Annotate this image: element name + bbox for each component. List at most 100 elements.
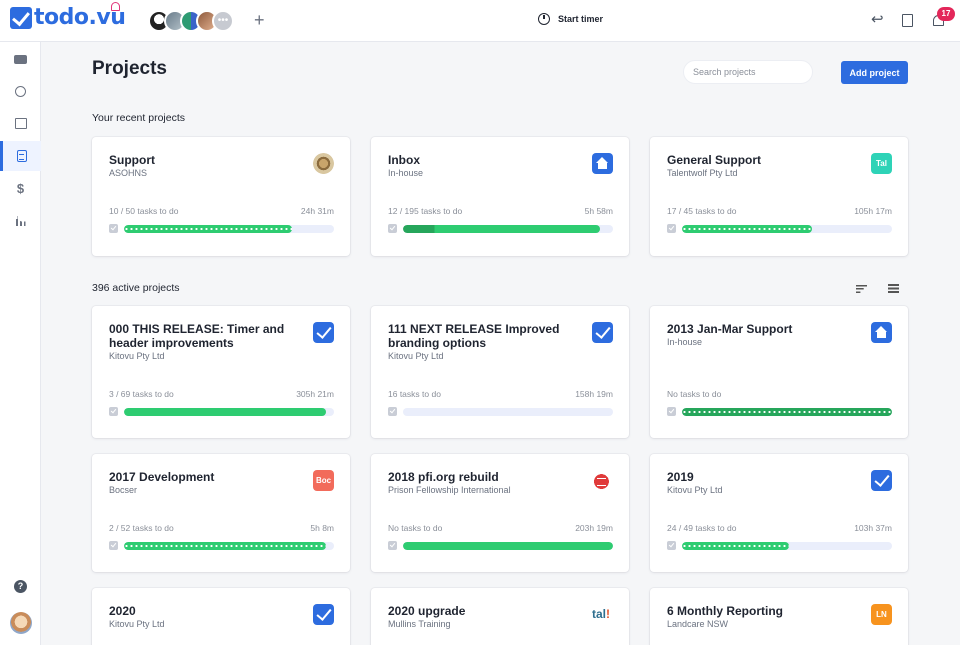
progress-fill xyxy=(682,408,892,416)
project-card[interactable]: 2019 Kitovu Pty Ltd 24 / 49 tasks to do … xyxy=(650,454,908,572)
team-avatars[interactable]: ••• xyxy=(148,10,234,32)
home-icon xyxy=(871,322,892,343)
add-icon[interactable]: + xyxy=(254,10,265,30)
project-client: Prison Fellowship International xyxy=(388,485,511,495)
leaf-badge-icon xyxy=(313,153,334,174)
help-icon: ? xyxy=(14,579,27,593)
progress-fill xyxy=(403,225,601,233)
search-input[interactable] xyxy=(683,60,813,84)
project-title: Support xyxy=(109,153,155,167)
add-project-button[interactable]: Add project xyxy=(841,61,908,84)
start-timer-button[interactable]: Start timer xyxy=(538,13,603,25)
project-client: Kitovu Pty Ltd xyxy=(388,351,444,361)
check-icon xyxy=(313,322,334,343)
progress-bar xyxy=(403,225,613,233)
list-view-icon[interactable] xyxy=(888,284,899,293)
project-card[interactable]: 2013 Jan-Mar Support In-house No tasks t… xyxy=(650,306,908,438)
time-tracked: 5h 58m xyxy=(584,206,613,216)
project-client: Mullins Training xyxy=(388,619,451,629)
timer-label: Start timer xyxy=(558,14,604,24)
tasks-checkbox-icon xyxy=(667,224,676,233)
task-count: No tasks to do xyxy=(667,389,722,399)
logo-check-icon xyxy=(10,7,32,29)
project-client: Landcare NSW xyxy=(667,619,729,629)
page-title: Projects xyxy=(92,58,167,79)
project-card[interactable]: Support ASOHNS 10 / 50 tasks to do 24h 3… xyxy=(92,137,350,256)
active-projects-heading: 396 active projects xyxy=(92,282,180,294)
building-icon xyxy=(14,117,27,129)
project-card[interactable]: 000 THIS RELEASE: Timer and header impro… xyxy=(92,306,350,438)
clock-icon xyxy=(15,85,26,97)
undo-icon[interactable]: ↩ xyxy=(871,12,884,28)
home-icon xyxy=(592,153,613,174)
user-avatar xyxy=(9,612,32,634)
progress-bar xyxy=(124,408,334,416)
more-avatars-icon[interactable]: ••• xyxy=(212,10,234,32)
project-client: Talentwolf Pty Ltd xyxy=(667,168,738,178)
tasks-checkbox-icon xyxy=(109,407,118,416)
sidebar-item-reports[interactable] xyxy=(0,206,41,236)
progress-bar xyxy=(124,225,334,233)
recent-projects-heading: Your recent projects xyxy=(92,112,185,124)
project-client: Kitovu Pty Ltd xyxy=(109,351,165,361)
project-title: 2020 upgrade xyxy=(388,604,466,618)
time-tracked: 24h 31m xyxy=(300,206,334,216)
time-tracked: 203h 19m xyxy=(575,523,613,533)
task-count: 3 / 69 tasks to do xyxy=(109,389,174,399)
project-client: Kitovu Pty Ltd xyxy=(667,485,723,495)
project-card[interactable]: 2020 upgrade Mullins Training tal! xyxy=(371,588,629,645)
sidebar-item-clients[interactable] xyxy=(0,108,41,138)
stopwatch-icon xyxy=(538,13,550,25)
tall-logo-icon: tal! xyxy=(591,607,610,621)
tasks-checkbox-icon xyxy=(388,224,397,233)
project-card[interactable]: Inbox In-house 12 / 195 tasks to do 5h 5… xyxy=(371,137,629,256)
clipboard-icon xyxy=(17,150,27,162)
task-count: 10 / 50 tasks to do xyxy=(109,206,179,216)
project-client: In-house xyxy=(388,168,424,178)
time-tracked: 158h 19m xyxy=(575,389,613,399)
progress-fill xyxy=(124,408,326,416)
time-tracked: 305h 21m xyxy=(296,389,334,399)
progress-bar xyxy=(682,542,892,550)
project-card[interactable]: 2018 pfi.org rebuild Prison Fellowship I… xyxy=(371,454,629,572)
project-client: ASOHNS xyxy=(109,168,148,178)
sidebar-item-projects[interactable] xyxy=(0,141,41,171)
notification-badge: 17 xyxy=(937,7,955,21)
book-icon[interactable] xyxy=(902,14,913,27)
task-count: 17 / 45 tasks to do xyxy=(667,206,737,216)
project-title: General Support xyxy=(667,153,762,167)
tasks-checkbox-icon xyxy=(388,407,397,416)
sidebar-item-billing[interactable]: $ xyxy=(0,173,41,203)
client-initials-badge: Boc xyxy=(313,470,334,491)
sidebar-item-board[interactable] xyxy=(0,44,41,74)
project-card[interactable]: 6 Monthly Reporting Landcare NSW LN xyxy=(650,588,908,645)
project-card[interactable]: General Support Talentwolf Pty Ltd Tal 1… xyxy=(650,137,908,256)
progress-fill xyxy=(403,542,613,550)
project-title: 2020 xyxy=(109,604,136,618)
sort-icon[interactable] xyxy=(856,285,867,293)
progress-bar xyxy=(403,408,613,416)
task-count: 24 / 49 tasks to do xyxy=(667,523,737,533)
progress-fill xyxy=(124,225,292,233)
sidebar-item-timesheet[interactable] xyxy=(0,76,41,106)
project-title: 2017 Development xyxy=(109,470,215,484)
task-count: 2 / 52 tasks to do xyxy=(109,523,174,533)
project-card[interactable]: 111 NEXT RELEASE Improved branding optio… xyxy=(371,306,629,438)
progress-fill xyxy=(682,225,813,233)
board-icon xyxy=(14,54,27,64)
app-logo[interactable]: todo.vu xyxy=(10,7,126,29)
tasks-checkbox-icon xyxy=(388,541,397,550)
project-title: 000 THIS RELEASE: Timer and header impro… xyxy=(109,322,285,350)
task-count: 12 / 195 tasks to do xyxy=(388,206,463,216)
project-title: Inbox xyxy=(388,153,420,167)
project-card[interactable]: 2020 Kitovu Pty Ltd xyxy=(92,588,350,645)
sidebar-item-profile[interactable] xyxy=(0,608,41,638)
logo-bell-icon xyxy=(111,2,120,11)
top-bar: todo.vu ••• + Start timer ↩ 17 xyxy=(0,0,960,42)
project-client: In-house xyxy=(667,337,703,347)
sidebar-item-help[interactable]: ? xyxy=(0,571,41,601)
project-title: 2013 Jan-Mar Support xyxy=(667,322,793,336)
globe-icon xyxy=(592,470,613,491)
progress-bar xyxy=(403,542,613,550)
project-card[interactable]: 2017 Development Bocser Boc 2 / 52 tasks… xyxy=(92,454,350,572)
